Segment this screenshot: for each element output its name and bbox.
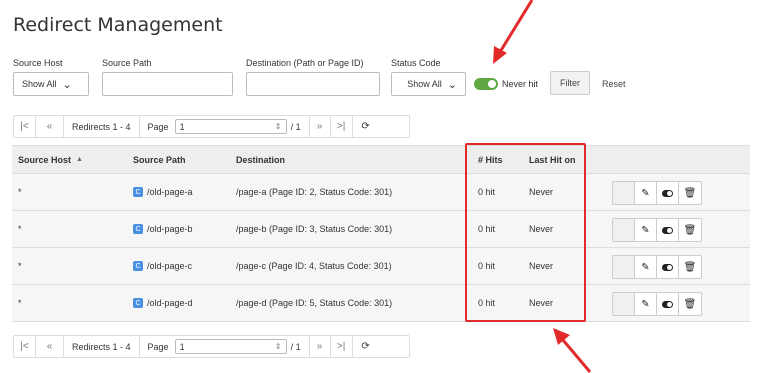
annotation-arrow-top	[493, 0, 534, 64]
annotation-arrow-bottom	[553, 328, 592, 373]
annotation-arrows	[493, 0, 592, 373]
